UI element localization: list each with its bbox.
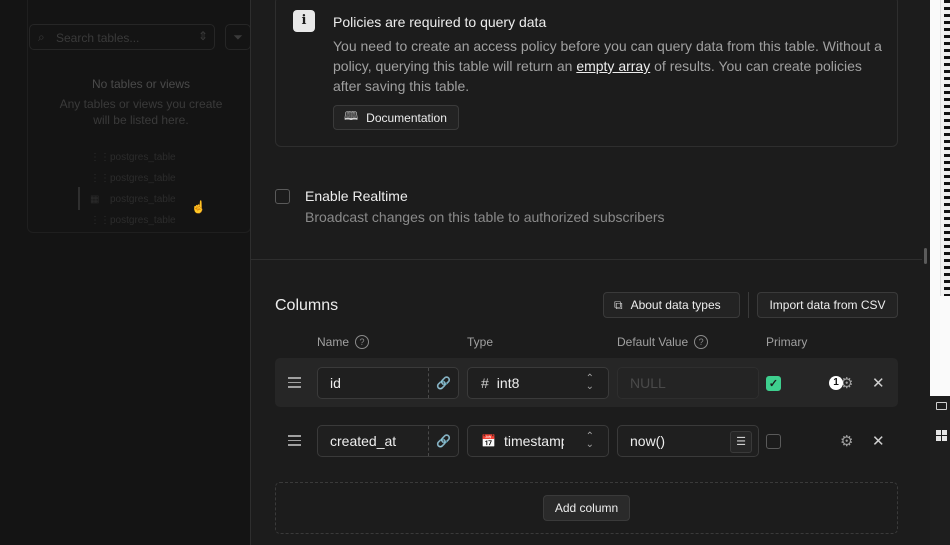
column-name-input[interactable]: id 🔗 [317, 367, 459, 399]
primary-key-checkbox[interactable]: ✓ [766, 376, 781, 391]
notice-title: Policies are required to query data [333, 14, 547, 30]
default-placeholder: NULL [630, 375, 666, 391]
header-default-label: Default Value [617, 335, 689, 349]
column-type-select[interactable]: 📅 timestamp ⌃ ⌄ [467, 425, 609, 457]
policy-notice: i Policies are required to query data Yo… [275, 0, 898, 147]
column-name-input[interactable]: created_at 🔗 [317, 425, 459, 457]
calendar-icon: 📅 [481, 434, 496, 448]
table-icon: ⋮⋮ [90, 215, 110, 226]
header-type: Type [467, 335, 493, 349]
default-value: now() [630, 433, 666, 449]
empty-array-link[interactable]: empty array [576, 58, 650, 74]
chevron-updown-icon: ⇕ [197, 29, 208, 43]
header-name-label: Name [317, 335, 350, 349]
column-type-value: timestamp [503, 433, 564, 449]
columns-title: Columns [275, 297, 339, 314]
hash-icon: # [481, 375, 489, 391]
info-icon: i [293, 10, 315, 32]
about-data-types-button[interactable]: ⧉ About data types [603, 292, 740, 318]
close-icon[interactable]: ✕ [872, 374, 885, 392]
close-icon[interactable]: ✕ [872, 432, 885, 450]
table-icon: ⋮⋮ [90, 152, 110, 163]
help-icon[interactable]: ? [694, 335, 709, 349]
enable-realtime-checkbox[interactable] [275, 189, 290, 204]
header-primary: Primary [766, 335, 807, 349]
default-value-input[interactable]: now() ☰ [617, 425, 759, 457]
list-icon[interactable]: ☰ [730, 431, 752, 453]
documentation-button[interactable]: 🕮 Documentation [333, 105, 459, 130]
keyboard-icon[interactable] [936, 402, 947, 410]
chevron-updown-icon: ⌃ ⌄ [585, 431, 594, 450]
column-name-value: id [330, 375, 341, 391]
notice-body: You need to create an access policy befo… [333, 36, 885, 96]
documentation-label: Documentation [366, 110, 447, 125]
sidebar-item: postgres_table [110, 194, 176, 205]
hand-cursor-icon: ☝ [191, 200, 206, 214]
link-icon[interactable]: 🔗 [428, 368, 458, 398]
chevron-updown-icon: ⌃ ⌄ [585, 373, 594, 392]
default-value-input[interactable]: NULL [617, 367, 759, 399]
book-icon: 🕮 [344, 109, 359, 123]
primary-key-checkbox[interactable] [766, 434, 781, 449]
taskbar [930, 396, 950, 545]
gear-icon[interactable]: ⚙ [840, 432, 853, 450]
drag-handle-icon[interactable] [288, 435, 301, 449]
link-icon[interactable]: 🔗 [428, 426, 458, 456]
empty-state-title: No tables or views [91, 77, 191, 91]
enable-realtime-label: Enable Realtime [305, 188, 408, 204]
sidebar-item: postgres_table [110, 173, 176, 184]
filter-icon[interactable]: ⏷ [225, 24, 251, 50]
scrollbar[interactable] [922, 0, 930, 545]
column-name-value: created_at [330, 433, 397, 449]
background-image-detail [944, 0, 950, 296]
empty-state-subtitle: Any tables or views you create will be l… [59, 97, 223, 127]
scrollbar-thumb[interactable] [924, 248, 927, 264]
about-data-types-label: About data types [630, 298, 721, 312]
count-badge: 1 [829, 376, 843, 390]
column-type-value: int8 [496, 375, 520, 391]
import-csv-button[interactable]: Import data from CSV [757, 292, 898, 318]
search-icon: ⌕ [38, 30, 45, 44]
help-icon[interactable]: ? [355, 335, 370, 349]
column-type-select[interactable]: # int8 ⌃ ⌄ [467, 367, 609, 399]
windows-icon[interactable] [936, 430, 948, 442]
button-separator [748, 292, 749, 318]
header-type-label: Type [467, 335, 494, 349]
active-indicator [78, 187, 80, 210]
external-link-icon: ⧉ [614, 297, 623, 312]
header-primary-label: Primary [766, 335, 808, 349]
add-column-button[interactable]: Add column [543, 495, 630, 521]
header-default: Default Value? [617, 335, 709, 349]
sidebar-search-input[interactable]: ⌕ Search tables... ⇕ [29, 24, 215, 50]
sidebar-item: postgres_table [110, 215, 176, 226]
table-icon: ⋮⋮ [90, 173, 110, 184]
search-placeholder: Search tables... [56, 31, 140, 45]
sidebar-item: postgres_table [110, 152, 176, 163]
section-divider [251, 259, 922, 260]
table-icon: ▦ [90, 194, 100, 205]
drag-handle-icon[interactable] [288, 377, 301, 391]
enable-realtime-description: Broadcast changes on this table to autho… [305, 209, 665, 225]
header-name: Name? [317, 335, 370, 349]
